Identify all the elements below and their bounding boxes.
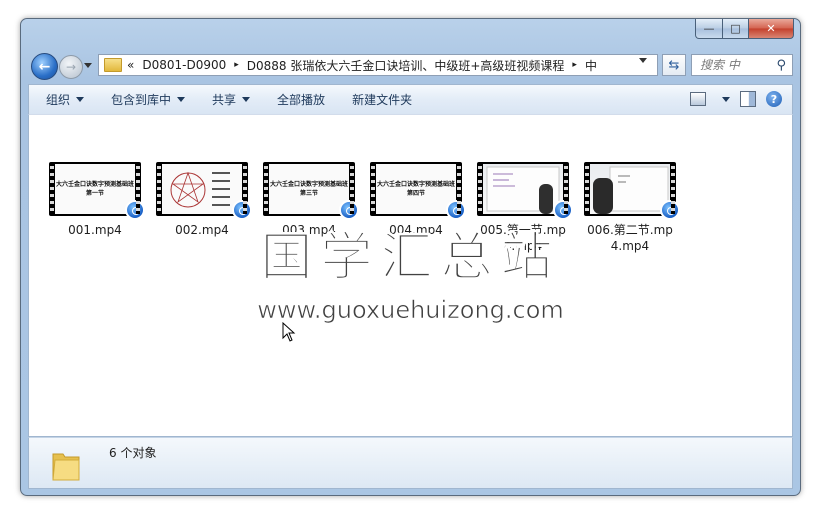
breadcrumb-separator-icon[interactable]: ▸ — [572, 60, 577, 70]
change-view-icon[interactable] — [690, 92, 706, 106]
media-player-icon — [125, 200, 145, 220]
whiteboard-scene-icon — [593, 166, 669, 214]
whiteboard-scene-icon — [486, 166, 560, 214]
play-all-label: 全部播放 — [277, 93, 326, 107]
video-thumbnail: 大六壬金口诀数字预测基础班 第一节 — [49, 162, 145, 220]
refresh-button[interactable]: ⇆ — [662, 54, 686, 76]
minimize-button[interactable]: — — [695, 19, 723, 39]
slide-title: 大六壬金口诀数字预测基础班 第三节 — [269, 181, 348, 197]
include-in-library-menu[interactable]: 包含到库中 — [111, 91, 186, 108]
breadcrumb-overflow[interactable]: « — [127, 58, 134, 72]
file-item[interactable]: 005.第一节.mp4.mp4 — [475, 162, 573, 254]
media-player-icon — [232, 200, 252, 220]
command-bar: 组织 包含到库中 共享 全部播放 新建文件夹 ? — [28, 84, 793, 114]
arrow-left-icon: ← — [38, 58, 51, 75]
new-folder-button[interactable]: 新建文件夹 — [352, 91, 412, 108]
close-button[interactable]: ✕ — [749, 19, 794, 39]
refresh-icon: ⇆ — [668, 57, 680, 73]
view-controls: ? — [690, 91, 782, 107]
file-name: 005.第一节.mp4.mp4 — [480, 223, 566, 253]
media-player-icon — [446, 200, 466, 220]
file-name: 006.第二节.mp4.mp4 — [587, 223, 673, 253]
chevron-down-icon — [76, 97, 85, 102]
video-thumbnail — [156, 162, 252, 220]
file-name: 003.mp4 — [282, 223, 336, 237]
view-options-dropdown[interactable] — [716, 96, 730, 102]
slide-title: 大六壬金口诀数字预测基础班 第一节 — [55, 181, 134, 197]
chevron-down-icon — [242, 97, 251, 102]
search-box[interactable]: ⚲ — [691, 54, 793, 76]
breadcrumb-item[interactable]: D0888 张瑞依大六壬金口诀培训、中级班+高级班视频课程 — [247, 57, 565, 74]
details-pane: 6 个对象 — [28, 437, 793, 489]
caption-buttons: — □ ✕ — [695, 19, 794, 39]
new-folder-label: 新建文件夹 — [352, 93, 413, 107]
slide-title: 大六壬金口诀数字预测基础班 第四节 — [376, 181, 455, 197]
file-name: 001.mp4 — [68, 223, 122, 237]
search-input[interactable] — [700, 58, 760, 72]
video-thumbnail — [477, 162, 573, 220]
file-name: 002.mp4 — [175, 223, 229, 237]
mouse-cursor-icon — [282, 322, 296, 342]
share-menu[interactable]: 共享 — [212, 91, 251, 108]
recent-pages-dropdown[interactable] — [84, 63, 92, 68]
pentagram-diagram-icon — [170, 171, 230, 208]
file-item[interactable]: 大六壬金口诀数字预测基础班 第一节 001.mp4 — [47, 162, 145, 238]
media-player-icon — [553, 200, 573, 220]
arrow-right-icon: → — [65, 60, 77, 74]
address-bar[interactable]: « D0801-D0900 ▸ D0888 张瑞依大六壬金口诀培训、中级班+高级… — [98, 54, 658, 76]
forward-button[interactable]: → — [59, 55, 83, 79]
chevron-down-icon — [722, 96, 730, 102]
media-player-icon — [339, 200, 359, 220]
breadcrumb-item[interactable]: D0801-D0900 — [142, 58, 226, 72]
breadcrumb-item[interactable]: 中 — [585, 57, 597, 74]
breadcrumb-separator-icon[interactable]: ▸ — [234, 60, 239, 70]
chevron-down-icon — [177, 97, 186, 102]
folder-icon — [52, 453, 80, 481]
help-icon[interactable]: ? — [766, 91, 782, 107]
explorer-window: — □ ✕ ← → « D0801-D0900 ▸ D0888 张瑞依大六壬金口… — [20, 18, 801, 496]
file-item[interactable]: 006.第二节.mp4.mp4 — [582, 162, 680, 254]
back-button[interactable]: ← — [31, 53, 58, 80]
file-item[interactable]: 大六壬金口诀数字预测基础班 第三节 003.mp4 — [261, 162, 359, 238]
search-icon[interactable]: ⚲ — [776, 58, 786, 73]
address-dropdown-icon[interactable] — [639, 58, 647, 63]
folder-icon — [104, 58, 122, 72]
file-item[interactable]: 002.mp4 — [154, 162, 252, 238]
file-name: 004.mp4 — [389, 223, 443, 237]
watermark-url: www.guoxuehuizong.com — [257, 296, 564, 325]
maximize-button[interactable]: □ — [723, 19, 749, 39]
media-player-icon — [660, 200, 680, 220]
video-thumbnail — [584, 162, 680, 220]
include-in-library-label: 包含到库中 — [111, 93, 172, 107]
share-label: 共享 — [212, 93, 237, 107]
organize-label: 组织 — [46, 93, 71, 107]
video-thumbnail: 大六壬金口诀数字预测基础班 第三节 — [263, 162, 359, 220]
file-item[interactable]: 大六壬金口诀数字预测基础班 第四节 004.mp4 — [368, 162, 466, 238]
file-list[interactable]: 大六壬金口诀数字预测基础班 第一节 001.mp4 002.mp4 大六壬金口诀… — [28, 114, 793, 437]
play-all-button[interactable]: 全部播放 — [277, 91, 325, 108]
preview-pane-icon[interactable] — [740, 91, 756, 107]
organize-menu[interactable]: 组织 — [46, 91, 85, 108]
item-count: 6 个对象 — [109, 446, 157, 460]
video-thumbnail: 大六壬金口诀数字预测基础班 第四节 — [370, 162, 466, 220]
